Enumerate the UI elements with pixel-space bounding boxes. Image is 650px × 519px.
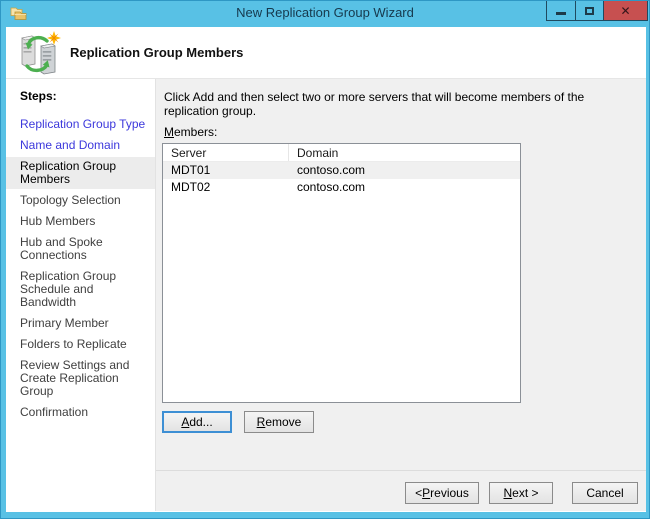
main-panel: Click Add and then select two or more se… [156, 79, 646, 511]
column-header-domain[interactable]: Domain [289, 144, 520, 161]
column-header-server[interactable]: Server [163, 144, 289, 161]
step-topology-selection: Topology Selection [20, 193, 121, 207]
step-review-settings: Review Settings and Create Replication G… [20, 358, 130, 398]
cancel-button[interactable]: Cancel [572, 482, 638, 504]
step-hub-members: Hub Members [20, 214, 96, 228]
member-row-mdt01[interactable]: MDT01 contoso.com [163, 162, 520, 179]
member-row-mdt02[interactable]: MDT02 contoso.com [163, 179, 520, 196]
members-label: Members: [164, 125, 218, 139]
step-schedule-and-bandwidth: Replication Group Schedule and Bandwidth [20, 269, 117, 309]
step-replication-group-type[interactable]: Replication Group Type [6, 115, 155, 134]
member-domain: contoso.com [297, 163, 366, 177]
minimize-icon [556, 12, 566, 15]
titlebar[interactable]: New Replication Group Wizard ✕ [1, 1, 649, 27]
step-primary-member: Primary Member [20, 316, 109, 330]
maximize-icon [585, 6, 594, 15]
close-icon: ✕ [620, 3, 631, 18]
next-button[interactable]: Next > [489, 482, 553, 504]
dialog-body: Replication Group Members Steps: Replica… [6, 27, 646, 512]
new-star [47, 31, 61, 45]
step-confirmation: Confirmation [20, 405, 89, 419]
step-folders-to-replicate: Folders to Replicate [20, 337, 127, 351]
step-name-and-domain[interactable]: Name and Domain [6, 136, 155, 155]
member-domain: contoso.com [297, 180, 366, 194]
step-replication-group-members: Replication Group Members [6, 157, 155, 189]
step-hub-and-spoke-connections: Hub and Spoke Connections [20, 235, 103, 262]
replication-servers-new-icon [21, 31, 61, 75]
content: Steps: Replication Group Type Name and D… [6, 79, 646, 511]
member-server: MDT01 [171, 163, 211, 177]
wizard-header: Replication Group Members [6, 27, 646, 79]
wizard-footer: < Previous Next > Cancel [156, 470, 646, 511]
steps-heading: Steps: [20, 89, 57, 103]
member-server: MDT02 [171, 180, 211, 194]
members-list[interactable]: Server Domain MDT01 contoso.com MDT02 co… [162, 143, 521, 403]
members-list-header: Server Domain [163, 144, 520, 162]
wizard-window: New Replication Group Wizard ✕ Replicati… [0, 0, 650, 519]
steps-sidebar: Steps: Replication Group Type Name and D… [6, 79, 156, 511]
window-controls: ✕ [546, 1, 648, 21]
minimize-button[interactable] [547, 1, 575, 20]
maximize-button[interactable] [575, 1, 603, 20]
page-title: Replication Group Members [70, 45, 244, 60]
remove-button[interactable]: Remove [244, 411, 314, 433]
close-button[interactable]: ✕ [603, 1, 647, 20]
instruction-text: Click Add and then select two or more se… [164, 90, 585, 118]
add-button[interactable]: Add... [162, 411, 232, 433]
previous-button[interactable]: < Previous [405, 482, 479, 504]
